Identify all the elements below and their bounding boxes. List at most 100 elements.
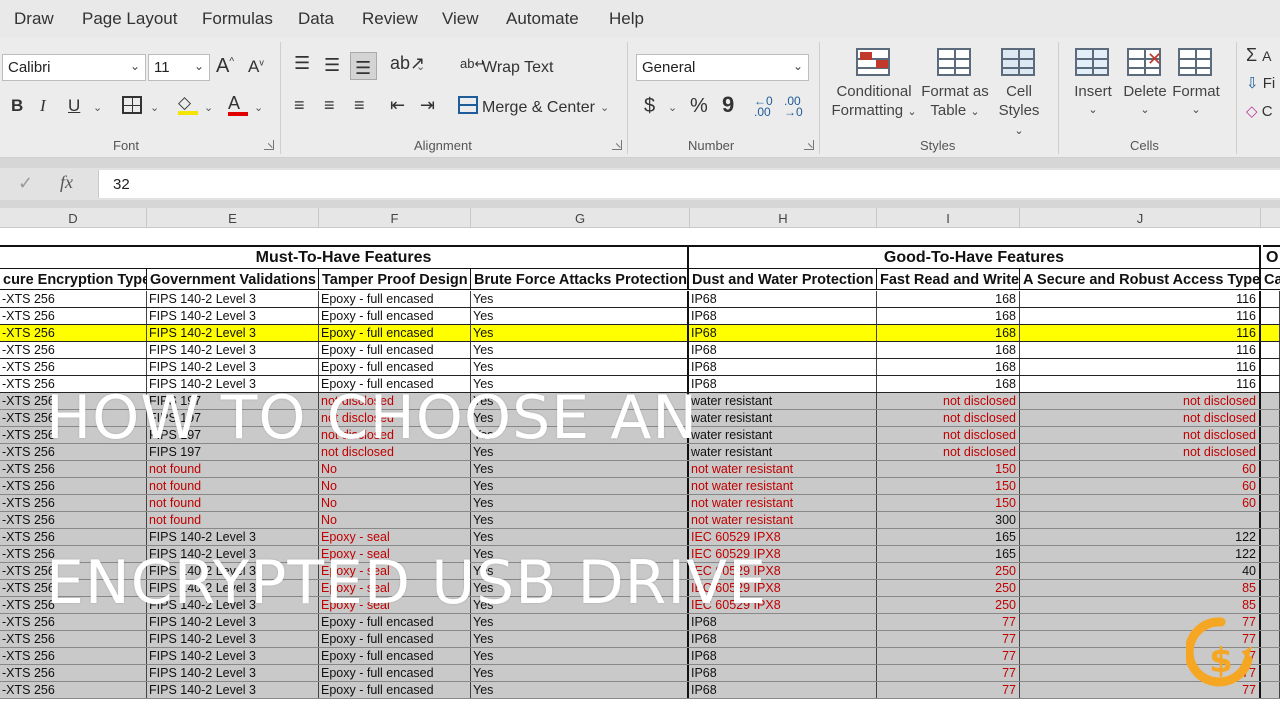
menu-data[interactable]: Data — [298, 9, 334, 29]
table-cell[interactable] — [1261, 631, 1280, 647]
table-cell[interactable] — [1261, 376, 1280, 392]
table-cell[interactable] — [1261, 427, 1280, 443]
table-cell[interactable]: not disclosed — [877, 410, 1020, 426]
table-cell[interactable]: 150 — [877, 495, 1020, 511]
menu-draw[interactable]: Draw — [14, 9, 54, 29]
delete-cells-button[interactable]: ✕ Delete ⌄ — [1120, 48, 1170, 120]
table-row[interactable]: -XTS 256 FIPS 140-2 Level 3 Epoxy - full e… — [0, 359, 1280, 376]
header-government-validations[interactable]: Government Validations — [147, 268, 319, 290]
table-cell[interactable]: 122 — [1020, 529, 1261, 545]
table-row[interactable]: -XTS 256 FIPS 140-2 Level 3 Epoxy - full e… — [0, 342, 1280, 359]
table-cell[interactable]: not disclosed — [877, 444, 1020, 460]
table-row[interactable]: -XTS 256 not found No Yes not water resistan… — [0, 512, 1280, 529]
table-cell[interactable]: IP68 — [689, 376, 877, 392]
table-cell[interactable] — [1261, 529, 1280, 545]
comma-style-button[interactable]: 9 — [722, 94, 734, 116]
table-cell[interactable]: -XTS 256 — [0, 478, 147, 494]
align-top-icon[interactable]: ☰ — [294, 54, 310, 72]
table-row[interactable]: -XTS 256 FIPS 140-2 Level 3 Epoxy - seal Ye… — [0, 529, 1280, 546]
table-cell[interactable]: 165 — [877, 529, 1020, 545]
column-header-j[interactable]: J — [1020, 211, 1260, 226]
table-cell[interactable]: 77 — [877, 631, 1020, 647]
table-cell[interactable]: 168 — [877, 308, 1020, 324]
table-row[interactable]: -XTS 256 FIPS 140-2 Level 3 Epoxy - full e… — [0, 682, 1280, 699]
format-as-table-button[interactable]: Format as Table ⌄ — [918, 48, 992, 122]
table-cell[interactable]: FIPS 140-2 Level 3 — [147, 359, 319, 375]
table-cell[interactable]: -XTS 256 — [0, 682, 147, 698]
table-cell[interactable]: IP68 — [689, 325, 877, 341]
column-header-g[interactable]: G — [471, 211, 689, 226]
decrease-decimal-icon[interactable]: .00 →0 — [784, 95, 803, 118]
menu-formulas[interactable]: Formulas — [202, 9, 273, 29]
table-cell[interactable] — [1261, 444, 1280, 460]
chevron-down-icon[interactable]: ⌄ — [416, 60, 425, 73]
table-cell[interactable]: IP68 — [689, 359, 877, 375]
table-cell[interactable]: -XTS 256 — [0, 665, 147, 681]
table-cell[interactable]: No — [319, 512, 471, 528]
table-row[interactable]: -XTS 256 FIPS 140-2 Level 3 Epoxy - full e… — [0, 308, 1280, 325]
header-fast-read-write[interactable]: Fast Read and Write — [877, 268, 1020, 290]
table-cell[interactable]: not disclosed — [877, 427, 1020, 443]
align-center-icon[interactable]: ≡ — [324, 96, 335, 114]
table-cell[interactable]: -XTS 256 — [0, 495, 147, 511]
chevron-down-icon[interactable]: ⌄ — [600, 101, 609, 114]
column-header-d[interactable]: D — [0, 211, 146, 226]
table-cell[interactable]: not disclosed — [877, 393, 1020, 409]
italic-button[interactable]: I — [40, 97, 46, 114]
table-row[interactable]: -XTS 256 not found No Yes not water resistan… — [0, 461, 1280, 478]
table-cell[interactable]: 168 — [877, 359, 1020, 375]
table-cell[interactable] — [1261, 563, 1280, 579]
format-cells-button[interactable]: Format ⌄ — [1170, 48, 1222, 120]
table-cell[interactable] — [1261, 325, 1280, 341]
insert-cells-button[interactable]: Insert ⌄ — [1068, 48, 1118, 120]
table-cell[interactable] — [1261, 359, 1280, 375]
table-cell[interactable]: 168 — [877, 376, 1020, 392]
number-dialog-launcher-icon[interactable] — [804, 140, 814, 150]
table-cell[interactable]: water resistant — [689, 444, 877, 460]
table-row[interactable]: -XTS 256 FIPS 140-2 Level 3 Epoxy - full e… — [0, 631, 1280, 648]
table-cell[interactable]: No — [319, 495, 471, 511]
table-cell[interactable]: not found — [147, 478, 319, 494]
table-cell[interactable] — [1261, 682, 1280, 698]
menu-page-layout[interactable]: Page Layout — [82, 9, 177, 29]
column-header-h[interactable]: H — [690, 211, 876, 226]
table-cell[interactable]: not water resistant — [689, 512, 877, 528]
table-cell[interactable]: Epoxy - full encased — [319, 291, 471, 307]
table-row[interactable]: -XTS 256 FIPS 140-2 Level 3 Epoxy - full e… — [0, 291, 1280, 308]
table-cell[interactable] — [1261, 478, 1280, 494]
table-cell[interactable]: IP68 — [689, 648, 877, 664]
table-cell[interactable]: 300 — [877, 512, 1020, 528]
table-cell[interactable]: 150 — [877, 461, 1020, 477]
table-cell[interactable] — [1020, 512, 1261, 528]
table-cell[interactable]: FIPS 140-2 Level 3 — [147, 342, 319, 358]
table-cell[interactable]: FIPS 140-2 Level 3 — [147, 291, 319, 307]
table-cell[interactable]: 168 — [877, 342, 1020, 358]
conditional-formatting-button[interactable]: Conditional Formatting ⌄ — [830, 48, 918, 122]
align-right-icon[interactable]: ≡ — [354, 96, 365, 114]
table-cell[interactable]: 168 — [877, 325, 1020, 341]
align-left-icon[interactable]: ≡ — [294, 96, 305, 114]
table-cell[interactable]: -XTS 256 — [0, 461, 147, 477]
table-cell[interactable]: -XTS 256 — [0, 512, 147, 528]
table-row[interactable]: -XTS 256 FIPS 140-2 Level 3 Epoxy - full e… — [0, 665, 1280, 682]
table-cell[interactable] — [1261, 648, 1280, 664]
table-cell[interactable]: 150 — [877, 478, 1020, 494]
table-cell[interactable]: 116 — [1020, 376, 1261, 392]
table-cell[interactable]: IP68 — [689, 342, 877, 358]
table-cell[interactable]: Yes — [471, 359, 689, 375]
table-cell[interactable]: IEC 60529 IPX8 — [689, 529, 877, 545]
underline-button[interactable]: U — [68, 97, 80, 114]
table-cell[interactable]: not disclosed — [1020, 393, 1261, 409]
table-cell[interactable]: FIPS 140-2 Level 3 — [147, 665, 319, 681]
table-cell[interactable]: Yes — [471, 648, 689, 664]
table-cell[interactable]: 60 — [1020, 478, 1261, 494]
table-cell[interactable]: Epoxy - full encased — [319, 665, 471, 681]
table-cell[interactable]: Epoxy - full encased — [319, 631, 471, 647]
table-cell[interactable] — [1261, 291, 1280, 307]
align-middle-icon[interactable]: ☰ — [324, 56, 340, 74]
decrease-indent-icon[interactable]: ⇤ — [390, 96, 405, 114]
table-cell[interactable]: Yes — [471, 682, 689, 698]
table-cell[interactable]: Yes — [471, 529, 689, 545]
fill-icon[interactable]: ⇩ Fi — [1246, 76, 1275, 91]
cell-styles-button[interactable]: Cell Styles ⌄ — [992, 48, 1046, 141]
